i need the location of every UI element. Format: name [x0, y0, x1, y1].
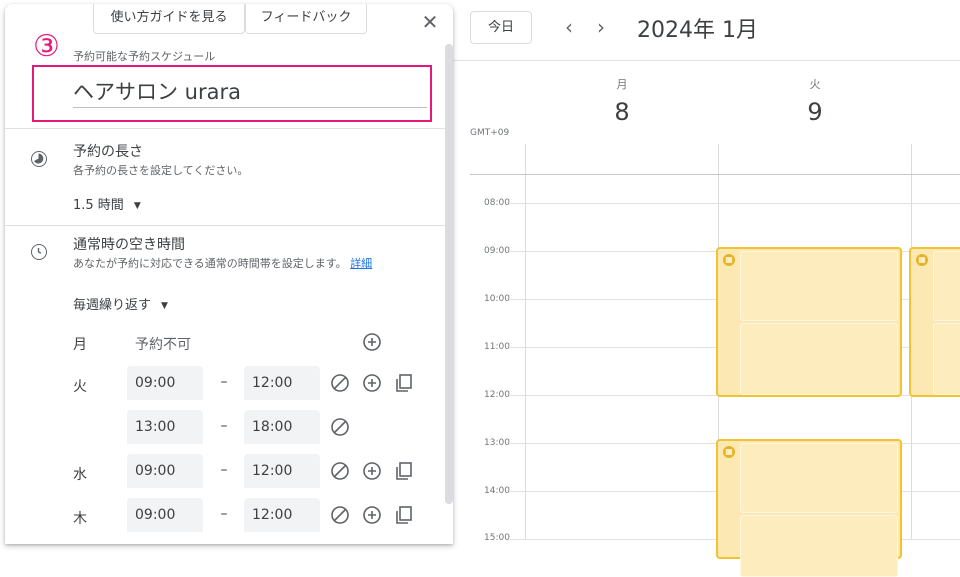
start-time-field[interactable]: 09:00: [127, 366, 203, 400]
panel-scrollbar[interactable]: [445, 44, 453, 504]
availability-subtitle: あなたが予約に対応できる通常の時間帯を設定します。 詳細: [73, 255, 372, 271]
start-time-field[interactable]: 13:00: [127, 410, 203, 444]
duration-value: 1.5 時間: [73, 198, 124, 213]
header-divider: [453, 60, 960, 61]
duration-subtitle: 各予約の長さを設定してください。: [73, 164, 249, 177]
hour-label: 14:00: [484, 486, 510, 496]
hour-label: 15:00: [484, 533, 510, 543]
availability-block[interactable]: ▦: [716, 439, 902, 577]
unavailable-icon[interactable]: [329, 460, 351, 482]
add-time-icon[interactable]: [361, 331, 383, 353]
duration-title: 予約の長さ: [73, 144, 143, 160]
schedule-title-input[interactable]: ヘアサロン urara: [73, 76, 241, 106]
hour-label: 08:00: [484, 198, 510, 208]
duration-dropdown[interactable]: 1.5 時間 ▼: [73, 194, 141, 213]
add-time-icon[interactable]: [361, 504, 383, 526]
add-time-icon[interactable]: [361, 372, 383, 394]
month-title: 2024年 1月: [637, 18, 758, 43]
availability-block[interactable]: ▦: [716, 247, 902, 397]
day-label-tue: 火: [73, 379, 87, 395]
unavailable-icon[interactable]: [329, 372, 351, 394]
calendar-grid-icon: ▦: [916, 254, 928, 266]
availability-block[interactable]: ▦: [909, 247, 960, 397]
availability-title: 通常時の空き時間: [73, 237, 185, 253]
prev-week-icon[interactable]: ‹: [556, 14, 582, 40]
duration-icon: [31, 151, 47, 167]
start-time-field[interactable]: 09:00: [127, 454, 203, 488]
unavailable-icon[interactable]: [329, 416, 351, 438]
hour-label: 10:00: [484, 294, 510, 304]
step-marker: ③: [33, 29, 60, 64]
dropdown-arrow-icon: ▼: [161, 300, 168, 311]
section-divider: [5, 225, 445, 226]
end-time-field[interactable]: 18:00: [244, 410, 320, 444]
bookable-slot[interactable]: [740, 323, 898, 395]
range-dash: –: [220, 374, 228, 390]
section-divider: [5, 128, 445, 129]
hour-label: 12:00: [484, 390, 510, 400]
bookable-slot[interactable]: [933, 323, 960, 395]
unavailable-text: 予約不可: [135, 337, 191, 353]
repeat-value: 毎週繰り返す: [73, 298, 152, 313]
day-label-mon: 月: [73, 337, 87, 353]
end-time-field[interactable]: 12:00: [244, 366, 320, 400]
copy-icon[interactable]: [393, 460, 415, 482]
dropdown-arrow-icon: ▼: [133, 200, 141, 211]
day-name-tue: 火: [809, 78, 821, 91]
calendar-grid-icon: ▦: [723, 446, 735, 458]
end-time-field[interactable]: 12:00: [244, 454, 320, 488]
copy-icon[interactable]: [393, 504, 415, 526]
timezone-label: GMT+09: [470, 128, 510, 138]
day-number-mon[interactable]: 8: [602, 98, 642, 126]
range-dash: –: [220, 418, 228, 434]
next-week-icon[interactable]: ›: [588, 14, 614, 40]
details-link[interactable]: 詳細: [350, 257, 372, 270]
copy-icon[interactable]: [393, 372, 415, 394]
schedule-title-label: 予約可能な予約スケジュール: [73, 50, 216, 63]
bookable-slot[interactable]: [740, 443, 898, 513]
bookable-slot[interactable]: [740, 251, 898, 321]
hour-label: 11:00: [484, 342, 510, 352]
day-label-wed: 水: [73, 467, 87, 483]
end-time-field[interactable]: 12:00: [244, 498, 320, 532]
bookable-slot[interactable]: [740, 515, 898, 577]
bookable-slot[interactable]: [933, 251, 960, 321]
day-label-thu: 木: [73, 511, 87, 527]
hour-line: [510, 203, 960, 204]
day-name-mon: 月: [616, 78, 628, 91]
day-number-tue[interactable]: 9: [795, 98, 835, 126]
close-icon[interactable]: ✕: [418, 10, 442, 34]
clock-icon: [31, 244, 47, 260]
start-time-field[interactable]: 09:00: [127, 498, 203, 532]
repeat-dropdown[interactable]: 毎週繰り返す ▼: [73, 294, 168, 313]
add-time-icon[interactable]: [361, 460, 383, 482]
unavailable-icon[interactable]: [329, 504, 351, 526]
booking-schedule-panel: 使い方ガイドを見る フィードバック ✕ ③ 予約可能な予約スケジュール ヘアサロ…: [5, 4, 453, 544]
usage-guide-button[interactable]: 使い方ガイドを見る: [93, 4, 245, 34]
availability-description: あなたが予約に対応できる通常の時間帯を設定します。: [73, 257, 347, 270]
hour-label: 09:00: [484, 246, 510, 256]
calendar-grid-icon: ▦: [723, 254, 735, 266]
hour-label: 13:00: [484, 438, 510, 448]
input-underline: [73, 107, 427, 108]
feedback-button[interactable]: フィードバック: [245, 4, 367, 34]
range-dash: –: [220, 462, 228, 478]
today-button[interactable]: 今日: [470, 11, 532, 44]
all-day-divider: [470, 174, 960, 175]
range-dash: –: [220, 506, 228, 522]
